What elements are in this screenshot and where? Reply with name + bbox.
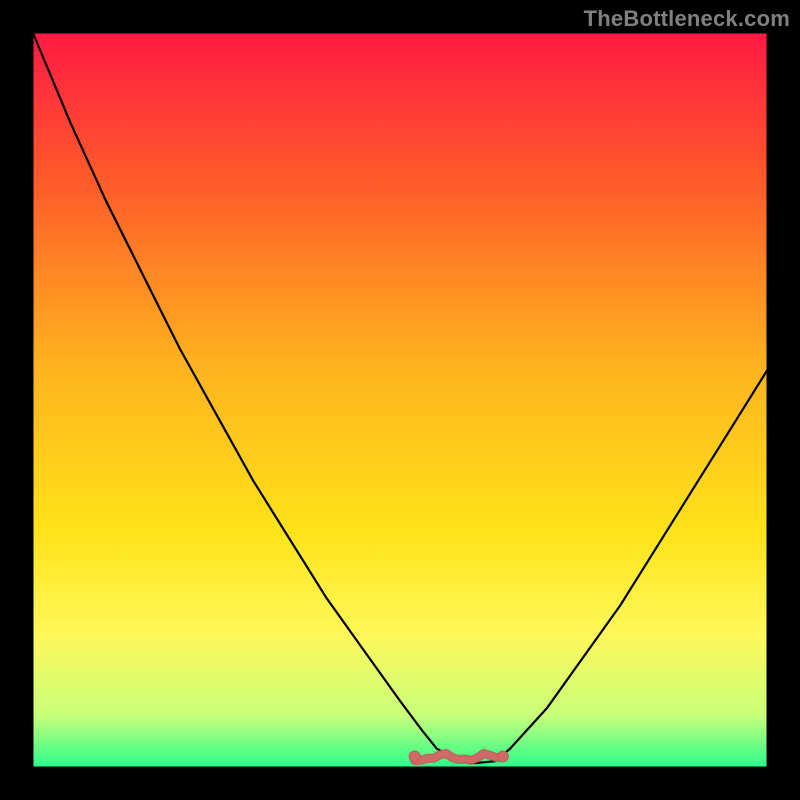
plot-area [33, 33, 767, 767]
minimum-marker-dot-left [409, 751, 420, 762]
bottleneck-curve-chart [0, 0, 800, 800]
minimum-marker-dot-right [497, 751, 508, 762]
attribution-text: TheBottleneck.com [584, 6, 790, 32]
chart-image: TheBottleneck.com [0, 0, 800, 800]
